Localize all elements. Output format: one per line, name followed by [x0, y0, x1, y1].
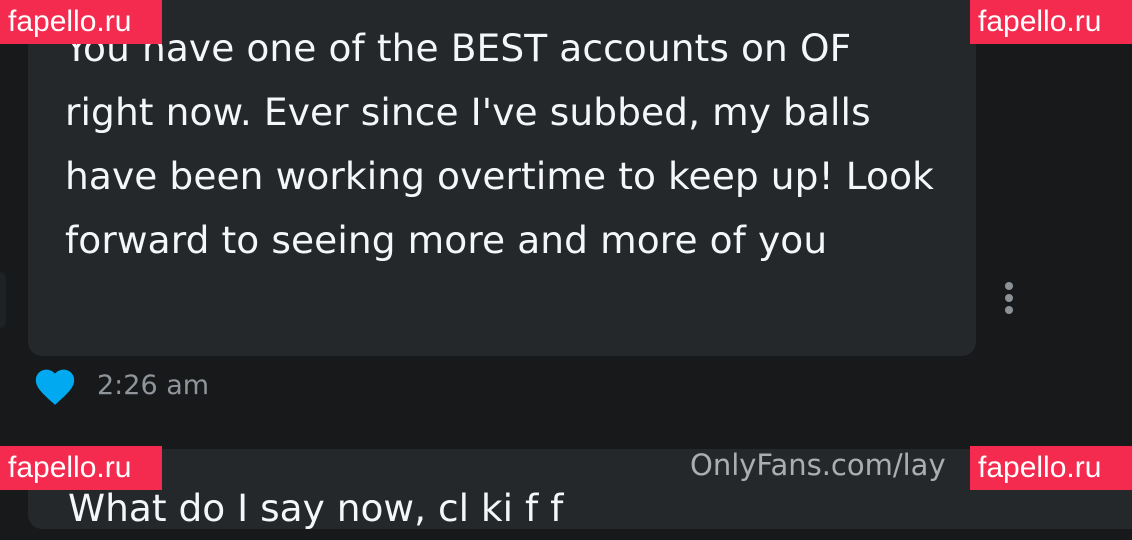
- message-text: You have one of the BEST accounts on OF …: [65, 26, 934, 262]
- more-vertical-icon-dot: [1005, 282, 1013, 290]
- message-timestamp: 2:26 am: [97, 369, 210, 401]
- watermark-badge-top-right: fapello.ru: [970, 0, 1132, 44]
- watermark-badge-bottom-left: fapello.ru: [0, 446, 162, 490]
- left-edge-control: [0, 272, 6, 328]
- heart-icon[interactable]: [32, 363, 78, 407]
- more-options-button[interactable]: [996, 280, 1022, 316]
- more-vertical-icon-dot: [1005, 306, 1013, 314]
- page-watermark: OnlyFans.com/lay: [690, 448, 946, 482]
- watermark-badge-top-left: fapello.ru: [0, 0, 162, 44]
- watermark-badge-bottom-right: fapello.ru: [970, 446, 1132, 490]
- message-meta: 2:26 am: [32, 360, 209, 410]
- more-vertical-icon-dot: [1005, 294, 1013, 302]
